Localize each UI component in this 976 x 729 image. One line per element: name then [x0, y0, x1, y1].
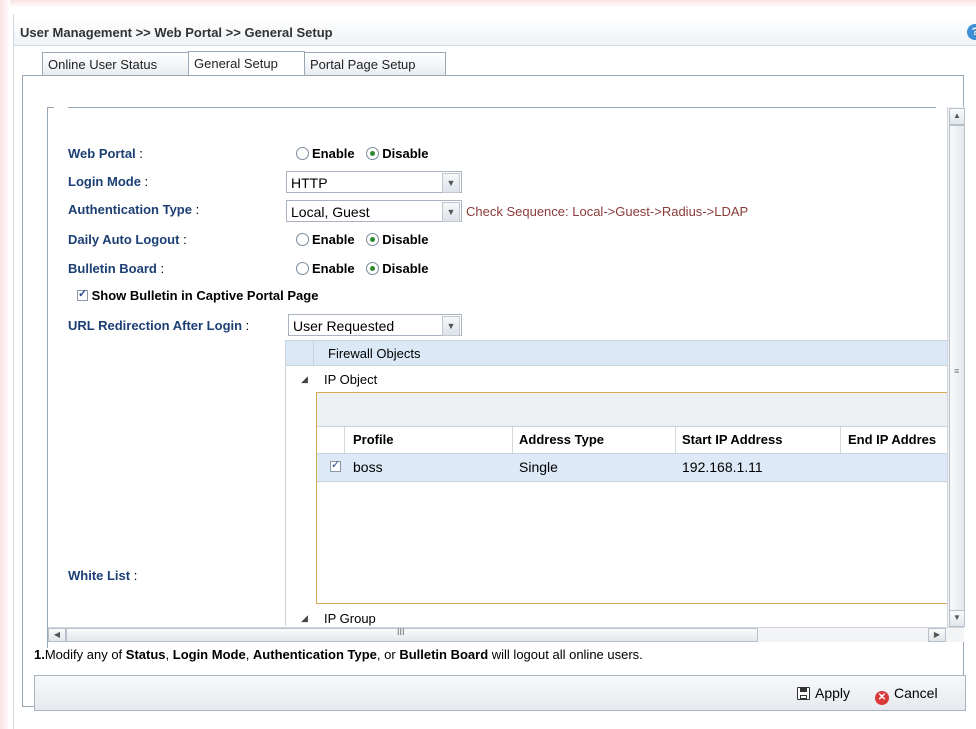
column-header-start-ip[interactable]: Start IP Address	[682, 432, 782, 447]
radio-unchecked-icon	[296, 233, 309, 246]
authentication-type-value: Local, Guest	[291, 204, 370, 220]
ip-object-label: IP Object	[324, 372, 378, 387]
authentication-type-label: Authentication Type :	[68, 202, 200, 217]
cell-start-ip: 192.168.1.11	[682, 459, 763, 475]
web-portal-radio-group: Enable Disable	[296, 146, 437, 161]
cancel-icon: ✕	[875, 691, 889, 705]
collapse-triangle-icon[interactable]: ◢	[301, 613, 308, 624]
tab-portal-page-setup[interactable]: Portal Page Setup	[304, 52, 446, 75]
radio-unchecked-icon	[296, 147, 309, 160]
daily-auto-logout-disable-radio[interactable]: Disable	[366, 232, 429, 247]
tree-node-ip-group[interactable]: ◢ IP Group	[286, 607, 948, 626]
chevron-down-icon: ▼	[442, 173, 460, 193]
bulletin-board-label: Bulletin Board :	[68, 261, 165, 276]
daily-auto-logout-enable-radio[interactable]: Enable	[296, 232, 355, 247]
scroll-up-icon[interactable]: ▲	[949, 108, 965, 125]
login-mode-value: HTTP	[291, 175, 328, 191]
cell-address-type: Single	[519, 459, 558, 475]
scroll-left-icon[interactable]: ◀	[48, 628, 66, 642]
url-redirection-label: URL Redirection After Login :	[68, 318, 250, 333]
help-icon[interactable]: ?	[967, 24, 976, 40]
tree-header: Firewall Objects	[286, 341, 948, 366]
tab-online-user-status[interactable]: Online User Status	[42, 52, 189, 75]
login-mode-select[interactable]: HTTP ▼	[286, 171, 462, 193]
web-portal-label: Web Portal :	[68, 146, 143, 161]
column-header-end-ip[interactable]: End IP Addres	[848, 432, 936, 447]
show-bulletin-option: Show Bulletin in Captive Portal Page	[77, 287, 319, 303]
table-row[interactable]: boss Single 192.168.1.11	[317, 454, 948, 482]
bulletin-board-radio-group: Enable Disable	[296, 261, 437, 276]
login-mode-label: Login Mode :	[68, 174, 149, 189]
column-header-profile[interactable]: Profile	[353, 432, 393, 447]
radio-unchecked-icon	[296, 262, 309, 275]
row-select-checkbox[interactable]	[330, 458, 341, 472]
tab-general-setup[interactable]: General Setup	[188, 51, 305, 76]
ip-object-grid: Profile Address Type Start IP Address En…	[316, 392, 948, 604]
white-list-label: White List :	[68, 568, 138, 583]
horizontal-scrollbar[interactable]: ◀ III ▶	[48, 627, 964, 642]
bulletin-board-disable-radio[interactable]: Disable	[366, 261, 429, 276]
title-bar: User Management >> Web Portal >> General…	[14, 19, 976, 46]
radio-checked-icon	[366, 262, 380, 275]
collapse-triangle-icon[interactable]: ◢	[301, 374, 308, 385]
authentication-type-select[interactable]: Local, Guest ▼	[286, 200, 462, 222]
vertical-scroll-thumb[interactable]: ≡	[949, 125, 965, 624]
web-portal-enable-radio[interactable]: Enable	[296, 146, 355, 161]
vertical-scrollbar[interactable]: ▲ ≡ ▼	[947, 107, 965, 627]
grid-header-row: Profile Address Type Start IP Address En…	[317, 427, 948, 454]
left-edge-decoration	[0, 0, 10, 729]
scroll-down-icon[interactable]: ▼	[949, 610, 965, 627]
check-sequence-hint: Check Sequence: Local->Guest->Radius->LD…	[466, 204, 749, 219]
radio-checked-icon	[366, 233, 380, 246]
ip-group-label: IP Group	[324, 611, 376, 626]
tree-node-ip-object[interactable]: ◢ IP Object	[286, 368, 948, 392]
page-title: User Management >> Web Portal >> General…	[20, 25, 333, 40]
logout-warning-note: 1.Modify any of Status, Login Mode, Auth…	[34, 647, 643, 662]
scroll-right-icon[interactable]: ▶	[928, 628, 946, 642]
web-portal-disable-radio[interactable]: Disable	[366, 146, 429, 161]
daily-auto-logout-label: Daily Auto Logout :	[68, 232, 187, 247]
url-redirection-select[interactable]: User Requested ▼	[288, 314, 462, 336]
horizontal-scroll-thumb[interactable]: III	[66, 627, 758, 642]
grid-toolbar	[317, 393, 948, 427]
url-redirection-value: User Requested	[293, 318, 395, 334]
footer-toolbar: Apply ✕ Cancel	[34, 675, 966, 711]
radio-checked-icon	[366, 147, 380, 160]
cancel-button[interactable]: ✕ Cancel	[875, 685, 938, 705]
column-header-address-type[interactable]: Address Type	[519, 432, 604, 447]
cell-profile: boss	[353, 459, 383, 475]
chevron-down-icon: ▼	[442, 202, 460, 222]
apply-label: Apply	[815, 685, 851, 701]
show-bulletin-checkbox[interactable]	[77, 287, 88, 301]
show-bulletin-label: Show Bulletin in Captive Portal Page	[91, 288, 319, 303]
save-icon	[797, 687, 810, 700]
daily-auto-logout-radio-group: Enable Disable	[296, 232, 437, 247]
chevron-down-icon: ▼	[442, 316, 460, 336]
bulletin-board-enable-radio[interactable]: Enable	[296, 261, 355, 276]
top-edge-decoration	[0, 0, 976, 8]
apply-button[interactable]: Apply	[797, 685, 850, 701]
tree-header-label: Firewall Objects	[328, 346, 421, 361]
cancel-label: Cancel	[894, 685, 938, 701]
